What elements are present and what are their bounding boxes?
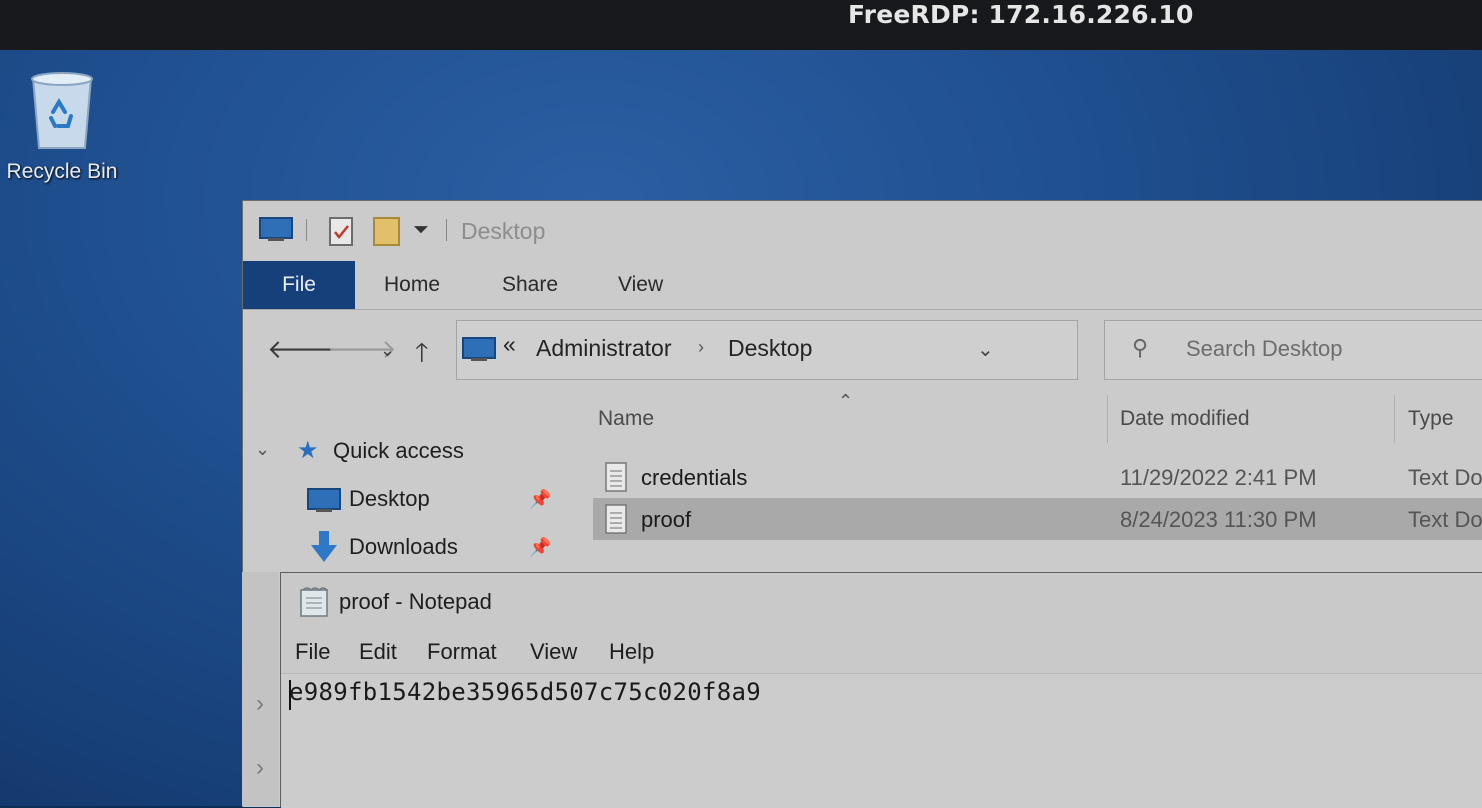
column-date-modified[interactable]: Date modified [1120,407,1250,431]
expand-chevron-icon[interactable]: › [256,690,264,718]
nav-quick-access[interactable]: Quick access [333,438,464,464]
computer-icon [462,335,496,368]
rdp-title: FreeRDP: 172.16.226.10 [848,0,1194,29]
notepad-icon [299,586,329,623]
text-file-icon [605,462,627,492]
toolbar-separator [306,219,307,241]
pin-icon[interactable]: 📌 [529,537,551,558]
breadcrumb-desktop[interactable]: Desktop [728,335,812,362]
file-row-credentials[interactable]: credentials 11/29/2022 2:41 PM Text Do [593,456,1482,498]
pin-icon[interactable]: 📌 [529,489,551,510]
column-type[interactable]: Type [1408,407,1454,431]
breadcrumb-separator-icon[interactable]: › [698,337,704,358]
file-date: 11/29/2022 2:41 PM [1120,465,1317,490]
up-arrow-icon[interactable]: 🡑 [415,334,429,378]
search-icon: ⚲ [1132,335,1149,360]
recycle-bin-icon [25,68,99,154]
address-bar[interactable]: « Administrator › Desktop ⌄ ↻ [456,320,1271,380]
column-divider[interactable] [1394,395,1395,443]
menu-format[interactable]: Format [427,639,497,665]
ribbon-tabs: File Home Share View [243,261,1482,310]
toolbar-separator [446,219,447,241]
sort-up-chevron-icon: ⌃ [838,391,854,411]
expand-chevron-icon[interactable]: ⌄ [255,439,270,460]
nav-downloads[interactable]: Downloads [349,534,458,560]
properties-icon[interactable] [329,215,355,252]
notepad-window: proof - Notepad File Edit Format View He… [280,572,1482,808]
window-title: Desktop [461,218,546,244]
tab-file[interactable]: File [243,261,355,309]
file-row-proof[interactable]: proof 8/24/2023 11:30 PM Text Do [593,498,1482,540]
expand-chevron-icon[interactable]: › [256,754,264,782]
recycle-bin-shortcut[interactable]: Recycle Bin [0,68,124,184]
navigation-pane-strip: › › [242,572,279,806]
menu-edit[interactable]: Edit [359,639,397,665]
text-file-icon [605,504,627,534]
file-name: proof [641,507,692,532]
customize-toolbar-icon[interactable]: ⏷ [413,219,429,242]
search-box[interactable]: ⚲ Search Desktop [1104,320,1482,380]
rdp-title-bar: FreeRDP: 172.16.226.10 [0,0,1482,50]
download-arrow-icon [309,530,339,570]
file-date: 8/24/2023 11:30 PM [1120,507,1317,532]
menu-file[interactable]: File [295,639,330,665]
navigation-bar: 🡐 🡒 ⌄ 🡑 « Administrator › Desktop ⌄ ↻ ⚲ … [243,310,1482,390]
file-name: credentials [641,465,748,490]
nav-desktop[interactable]: Desktop [349,486,430,512]
desktop-folder-icon [307,487,341,519]
notepad-text-area[interactable]: e989fb1542be35965d507c75c020f8a9 [281,673,1482,808]
recycle-bin-label: Recycle Bin [6,160,118,183]
address-dropdown-chevron-icon[interactable]: ⌄ [977,337,994,362]
tab-home[interactable]: Home [384,261,440,309]
menu-help[interactable]: Help [609,639,654,665]
recent-locations-chevron-icon[interactable]: ⌄ [380,340,395,361]
tab-share[interactable]: Share [502,261,558,309]
menu-view[interactable]: View [530,639,577,665]
breadcrumb-administrator[interactable]: Administrator [536,335,671,362]
computer-icon[interactable] [259,215,293,248]
search-placeholder: Search Desktop [1186,336,1343,361]
address-overflow[interactable]: « [503,331,516,358]
tab-view[interactable]: View [618,261,663,309]
column-divider[interactable] [1107,395,1108,443]
text-caret [289,680,291,710]
new-folder-icon[interactable] [373,215,401,252]
file-type: Text Do [1408,465,1482,490]
column-name[interactable]: Name [598,407,654,431]
notepad-content: e989fb1542be35965d507c75c020f8a9 [289,678,761,706]
notepad-title: proof - Notepad [339,589,492,614]
quick-access-toolbar: ⏷ Desktop [243,201,1482,261]
star-icon: ★ [297,437,319,464]
file-type: Text Do [1408,507,1482,532]
